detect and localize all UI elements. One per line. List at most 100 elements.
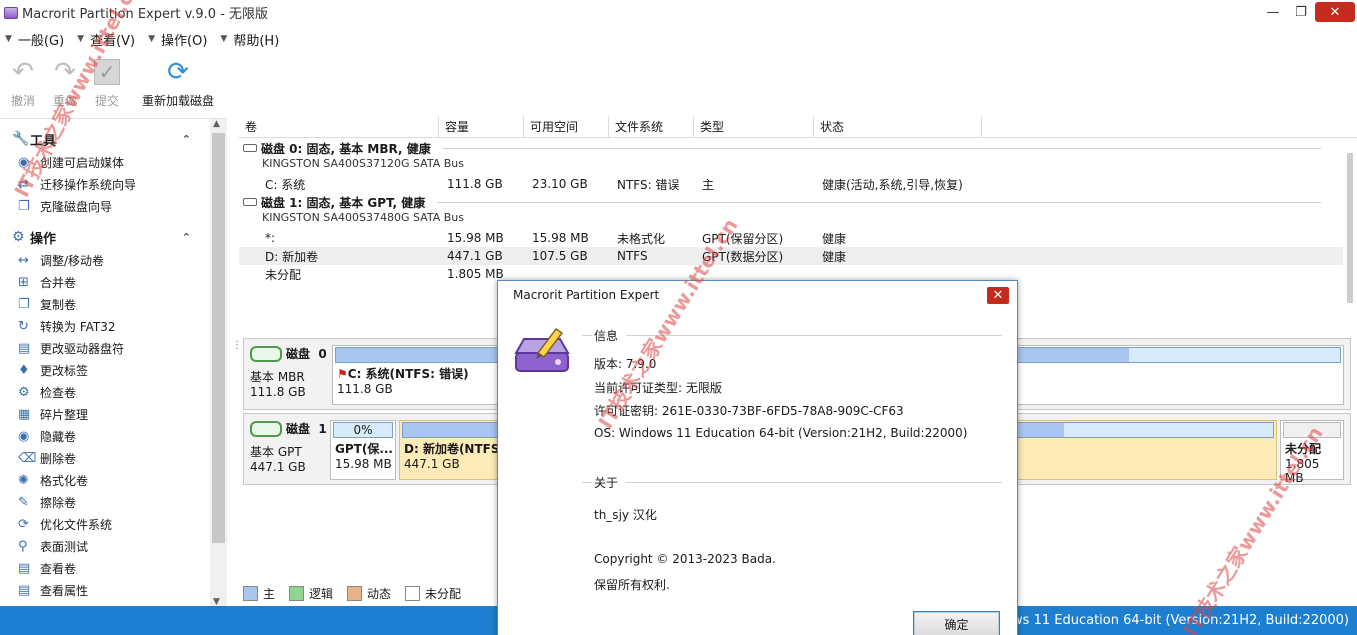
migrate-icon: ⇄ bbox=[18, 176, 29, 192]
partition-gpt-reserved[interactable]: 0% GPT(保... 15.98 MB bbox=[330, 420, 396, 480]
usage-bar: 0% bbox=[333, 422, 393, 438]
minimize-icon[interactable]: — bbox=[1259, 0, 1287, 25]
undo-button[interactable]: ↶ 撤消 bbox=[4, 56, 42, 112]
legend-primary: 主 bbox=[243, 585, 275, 602]
sidebar-item-resize[interactable]: ↔ 调整/移动卷 bbox=[0, 249, 227, 271]
app-logo-icon bbox=[514, 327, 570, 372]
check-icon: ⚙ bbox=[18, 384, 30, 400]
col-status[interactable]: 状态 bbox=[814, 116, 982, 137]
sidebar-item-clone-disk[interactable]: ❐ 克隆磁盘向导 bbox=[0, 195, 227, 217]
divider bbox=[626, 334, 1002, 336]
chevron-up-icon[interactable]: ⌃ bbox=[182, 231, 191, 244]
legend-logical: 逻辑 bbox=[289, 585, 333, 602]
ok-button[interactable]: 确定 bbox=[913, 611, 1000, 635]
sidebar-item-format[interactable]: ✺ 格式化卷 bbox=[0, 469, 227, 491]
disk-1-header[interactable]: 磁盘 1: 固态, 基本 GPT, 健康 bbox=[239, 193, 1343, 211]
tools-section-header[interactable]: 🔧 工具 ⌃ bbox=[0, 127, 227, 151]
commit-icon: ✓ bbox=[91, 56, 123, 88]
divider bbox=[437, 201, 1321, 203]
menu-operation[interactable]: ▼ 操作(O) bbox=[148, 30, 207, 49]
chevron-down-icon: ▼ bbox=[220, 34, 228, 44]
disk-0-model: KINGSTON SA400S37120G SATA Bus bbox=[262, 157, 464, 170]
sidebar-item-hide[interactable]: ◉ 隐藏卷 bbox=[0, 425, 227, 447]
scroll-up-icon[interactable]: ▲ bbox=[213, 119, 220, 129]
col-filesystem[interactable]: 文件系统 bbox=[609, 116, 694, 137]
reload-disk-button[interactable]: ⟳ 重新加载磁盘 bbox=[140, 56, 216, 112]
sidebar-item-change-letter[interactable]: ▤ 更改驱动器盘符 bbox=[0, 337, 227, 359]
col-free[interactable]: 可用空间 bbox=[524, 116, 609, 137]
title-bar: Macrorit Partition Expert v.9.0 - 无限版 — … bbox=[0, 0, 1357, 25]
search-icon: ⚲ bbox=[18, 538, 28, 554]
usage-bar bbox=[1283, 422, 1341, 438]
dialog-title: Macrorit Partition Expert bbox=[513, 288, 660, 302]
table-row[interactable]: D: 新加卷 447.1 GB 107.5 GB NTFS GPT(数据分区) … bbox=[239, 247, 1343, 265]
hide-icon: ◉ bbox=[18, 428, 30, 444]
legend-swatch bbox=[243, 585, 258, 601]
ops-section-header[interactable]: ⚙ 操作 ⌃ bbox=[0, 225, 227, 249]
sidebar-scroll-thumb[interactable] bbox=[212, 133, 225, 543]
sidebar-item-properties[interactable]: ▤ 查看属性 bbox=[0, 579, 227, 601]
disk-icon bbox=[243, 144, 257, 152]
menu-general[interactable]: ▼ 一般(G) bbox=[5, 30, 64, 49]
table-scrollbar[interactable] bbox=[1343, 139, 1357, 319]
chevron-up-icon[interactable]: ⌃ bbox=[182, 133, 191, 146]
chevron-down-icon: ▼ bbox=[148, 34, 156, 44]
sidebar-item-view-volume[interactable]: ▤ 查看卷 bbox=[0, 557, 227, 579]
version-text: 版本: 7.9.0 bbox=[594, 357, 657, 371]
menu-help[interactable]: ▼ 帮助(H) bbox=[220, 30, 279, 49]
format-icon: ✺ bbox=[18, 472, 29, 488]
panel-splitter-handle[interactable]: ⋮ bbox=[232, 341, 242, 366]
sidebar-item-merge[interactable]: ⊞ 合并卷 bbox=[0, 271, 227, 293]
divider bbox=[582, 481, 592, 483]
partition-unallocated[interactable]: 未分配 1.805 MB bbox=[1280, 420, 1344, 485]
toolbar: ↶ 撤消 ↷ 重做 ✓ 提交 ⟳ 重新加载磁盘 bbox=[0, 56, 216, 112]
sidebar-item-migrate-os[interactable]: ⇄ 迁移操作系统向导 bbox=[0, 173, 227, 195]
optimize-icon: ⟳ bbox=[18, 516, 29, 532]
sidebar-item-surface-test[interactable]: ⚲ 表面测试 bbox=[0, 535, 227, 557]
divider bbox=[442, 147, 1321, 149]
disk-0-info: 磁盘 0 基本 MBR 111.8 GB bbox=[250, 345, 327, 399]
col-capacity[interactable]: 容量 bbox=[439, 116, 524, 137]
sidebar-item-change-label[interactable]: ♦ 更改标签 bbox=[0, 359, 227, 381]
divider bbox=[582, 334, 592, 336]
sidebar-item-wipe[interactable]: ✎ 擦除卷 bbox=[0, 491, 227, 513]
flag-icon: ⚑ bbox=[337, 367, 348, 381]
rights-text: 保留所有权利. bbox=[594, 578, 670, 592]
disk-1-model: KINGSTON SA400S37480G SATA Bus bbox=[262, 211, 464, 224]
sidebar-item-convert-fat32[interactable]: ↻ 转换为 FAT32 bbox=[0, 315, 227, 337]
disc-icon: ◉ bbox=[18, 154, 30, 170]
convert-icon: ↻ bbox=[18, 318, 29, 334]
table-row[interactable]: C: 系统 111.8 GB 23.10 GB NTFS: 错误 主 健康(活动… bbox=[239, 175, 1343, 193]
status-text: Windows 11 Education 64-bit (Version:21H… bbox=[971, 613, 1349, 628]
disk-icon bbox=[243, 198, 257, 206]
hard-drive-icon bbox=[250, 420, 282, 437]
menu-view[interactable]: ▼ 查看(V) bbox=[77, 30, 135, 49]
chevron-down-icon: ▼ bbox=[77, 34, 85, 44]
col-type[interactable]: 类型 bbox=[694, 116, 814, 137]
close-icon[interactable]: ✕ bbox=[1315, 2, 1355, 22]
dialog-close-icon[interactable]: ✕ bbox=[987, 287, 1009, 304]
sidebar-item-copy[interactable]: ❐ 复制卷 bbox=[0, 293, 227, 315]
redo-button[interactable]: ↷ 重做 bbox=[46, 56, 84, 112]
volume-table-header: 卷 容量 可用空间 文件系统 类型 状态 bbox=[239, 116, 1357, 138]
col-volume[interactable]: 卷 bbox=[239, 116, 439, 137]
sidebar-scrollbar[interactable]: ▲ ▼ bbox=[210, 119, 227, 608]
copyright-text: Copyright © 2013-2023 Bada. bbox=[594, 552, 776, 566]
undo-icon: ↶ bbox=[12, 57, 34, 87]
sidebar-item-defrag[interactable]: ▦ 碎片整理 bbox=[0, 403, 227, 425]
info-group-header: 信息 bbox=[582, 327, 1002, 343]
sidebar-item-bootable-media[interactable]: ◉ 创建可启动媒体 bbox=[0, 151, 227, 173]
ops-icon: ⚙ bbox=[12, 229, 25, 245]
tools-icon: 🔧 bbox=[12, 131, 30, 147]
sidebar-item-check[interactable]: ⚙ 检查卷 bbox=[0, 381, 227, 403]
sidebar-item-delete[interactable]: ⌫ 删除卷 bbox=[0, 447, 227, 469]
sidebar-item-optimize-fs[interactable]: ⟳ 优化文件系统 bbox=[0, 513, 227, 535]
commit-button[interactable]: ✓ 提交 bbox=[88, 56, 126, 112]
restore-icon[interactable]: ❐ bbox=[1287, 0, 1315, 25]
properties-icon: ▤ bbox=[18, 582, 31, 598]
disk-0-header[interactable]: 磁盘 0: 固态, 基本 MBR, 健康 bbox=[239, 139, 1343, 157]
license-key-text: 许可证密钥: 261E-0330-73BF-6FD5-78A8-909C-CF6… bbox=[594, 404, 904, 418]
legend-swatch bbox=[405, 585, 421, 601]
table-row[interactable]: *: 15.98 MB 15.98 MB 未格式化 GPT(保留分区) 健康 bbox=[239, 229, 1343, 247]
table-scroll-thumb[interactable] bbox=[1347, 153, 1353, 303]
